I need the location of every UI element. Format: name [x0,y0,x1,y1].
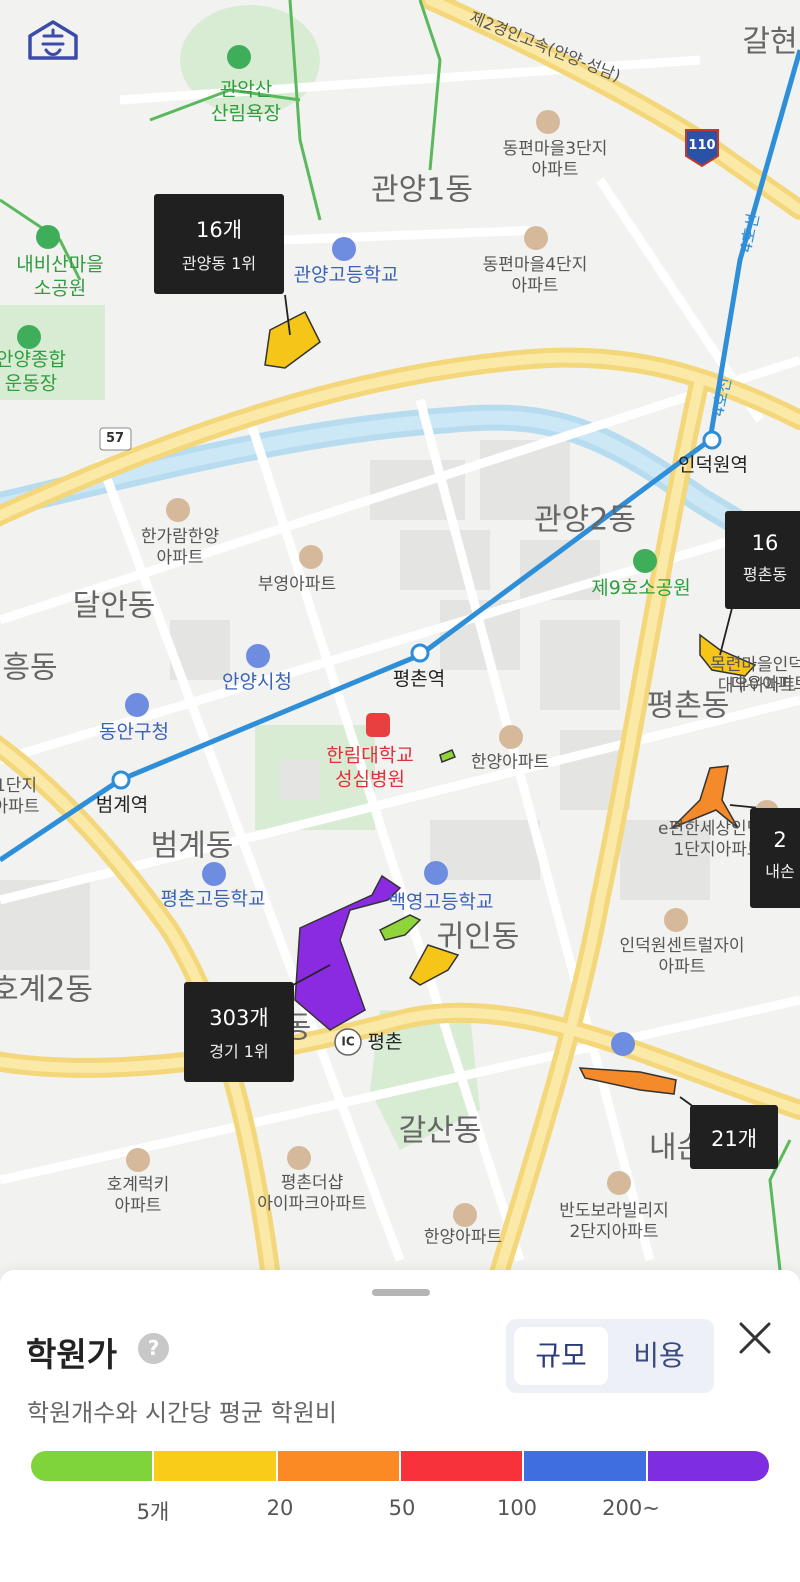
tooltip-subtitle: 평촌동 [742,565,788,584]
zone-orange-south [578,1067,677,1095]
legend-tick-label: 50 [388,1496,416,1520]
place-label: 범계역 [95,794,149,817]
place-label: 안양종합 운동장 [0,348,66,394]
legend-segment [400,1451,525,1481]
tooltip-count: 21개 [710,1127,758,1151]
drag-handle[interactable] [372,1289,430,1296]
place-label: 백영고등학교 [388,891,494,914]
place-label: 안양시청 [222,671,292,694]
toggle-scale-button[interactable]: 규모 [514,1327,608,1385]
tooltip-subtitle: 내손 [765,862,795,881]
tooltip-subtitle: 경기 1위 [209,1042,269,1061]
legend-tick-label: 100 [496,1496,538,1520]
road-shield-label: IC [341,1034,355,1049]
count-tooltip[interactable]: 21개 [690,1105,778,1169]
place-label: 한가람한양 아파트 [140,526,220,568]
place-label: 동편마을3단지 아파트 [502,138,608,180]
place-label: 부영아파트 [257,574,337,595]
place-label: 관양1동 [371,172,473,208]
place-label: 호계2동 [0,972,93,1008]
place-label: 인덕원역 [678,454,748,477]
place-label: 갈산동 [398,1113,482,1149]
place-label: 평촌 [367,1031,403,1054]
legend-tick-label: 20 [266,1496,294,1520]
place-label: 관양2동 [534,502,636,538]
place-label: 한양아파트 [423,1227,503,1248]
place-label: 범계동 [150,828,234,864]
zone-purple [294,874,402,1031]
place-label: 호계럭키 아파트 [106,1174,170,1216]
place-label: 관악산 산림욕장 [211,78,281,124]
place-label: 달안동 [72,588,156,624]
legend-tick-label: 5개 [136,1500,170,1524]
place-label: 제9호소공원 [591,577,691,600]
count-tooltip[interactable]: 16개관양동 1위 [154,194,284,294]
legend-tick-label: 200~ [602,1496,660,1520]
place-label: 평촌더샵 아이파크아파트 [257,1172,367,1214]
place-label: 반도보라빌리지 2단지아파트 [559,1200,669,1242]
legend-segment [647,1451,769,1481]
toggle-cost-button[interactable]: 비용 [612,1327,706,1385]
legend-segment [31,1451,155,1481]
count-tooltip[interactable]: 303개경기 1위 [184,982,294,1082]
tooltip-count: 16 [751,531,779,555]
count-tooltip[interactable]: 16 평촌동 [725,511,800,609]
place-label: 인덕원센트럴자이 아파트 [619,935,745,977]
sheet-title: 학원가 [26,1335,118,1374]
count-tooltip[interactable]: 2 내손 [750,808,800,908]
road-shield-label: 57 [105,430,125,446]
place-label: 평촌고등학교 [160,888,266,911]
map-view[interactable]: 관양1동관양2동달안동흥동평촌동범계동귀인동호계2동갈산동시촌동내손1동갈현관악… [0,0,800,1270]
place-label: 귀인동 [436,919,520,955]
legend-segment [154,1451,278,1481]
legend-segment [277,1451,401,1481]
home-logo-icon[interactable] [26,18,80,62]
tooltip-count: 303개 [209,1006,269,1030]
zone-gwanyang [264,310,321,369]
tooltip-count: 16개 [195,218,243,242]
road-shield-label: 110 [688,137,716,153]
place-label: 흥동 [2,650,58,686]
place-label: 내비산마을 소공원 [16,253,104,299]
bottom-sheet[interactable]: 학원가 ? 학원개수와 시간당 평균 학원비 규모 비용 5개 20 50 100 20… [0,1270,800,1582]
place-label: 한림대학교 성심병원 [326,744,414,790]
help-icon[interactable]: ? [138,1333,169,1364]
place-label: 관양고등학교 [293,264,399,287]
legend-segment [524,1451,648,1481]
place-label: 1단지 아파트 [0,775,40,817]
close-icon[interactable] [735,1318,775,1358]
color-legend [31,1451,769,1481]
tooltip-subtitle: 관양동 1위 [181,254,257,273]
place-label: 동안구청 [99,721,169,744]
sheet-subtitle: 학원개수와 시간당 평균 학원비 [27,1399,337,1427]
mode-toggle[interactable]: 규모 비용 [506,1319,714,1393]
place-label: 평촌역 [392,668,446,691]
place-label: 한양아파트 [470,752,550,773]
tooltip-count: 2 [773,828,787,852]
place-label: 목련마을인덕 대우아파트 [710,654,800,696]
place-label: 동편마을4단지 아파트 [482,254,588,296]
zone-green-b [439,749,456,763]
place-label: 갈현 [742,24,798,60]
